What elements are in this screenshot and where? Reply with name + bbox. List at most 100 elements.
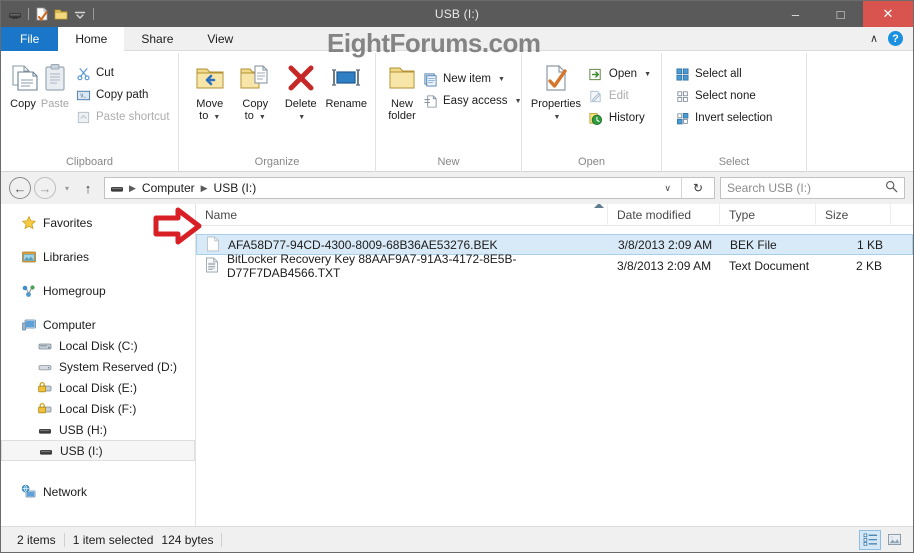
copy-button[interactable]: Copy [7, 57, 39, 155]
libraries-icon [21, 249, 37, 265]
bitlocker-drive-icon [37, 380, 53, 396]
edit-button[interactable]: Edit [584, 85, 655, 107]
paste-shortcut-button-label: Paste shortcut [96, 111, 170, 123]
status-item-count: 2 items [17, 532, 56, 547]
tab-view[interactable]: View [190, 27, 250, 51]
drive-icon [37, 359, 53, 375]
navigation-pane[interactable]: Favorites Libraries Homegroup Computer L… [1, 204, 196, 526]
status-bar: 2 items 1 item selected 124 bytes [1, 526, 913, 552]
details-view-button[interactable] [859, 529, 881, 550]
sidebar-item-usb-i[interactable]: USB (I:) [1, 440, 195, 461]
file-date-cell: 3/8/2013 2:09 AM [618, 237, 713, 252]
file-type-cell: BEK File [730, 237, 777, 252]
new-folder-button[interactable]: New folder [386, 57, 418, 155]
sidebar-item-network[interactable]: Network [1, 481, 195, 502]
tab-file[interactable]: File [1, 27, 59, 51]
new-item-button-label: New item [443, 73, 491, 85]
table-row[interactable]: BitLocker Recovery Key 88AAF9A7-91A3-417… [196, 252, 913, 280]
title-bar: USB (I:) – □ ✕ [1, 1, 913, 27]
select-none-icon [674, 88, 690, 104]
invert-selection-button[interactable]: Invert selection [670, 107, 776, 129]
rename-icon [330, 61, 362, 95]
file-date-cell-2: 3/8/2013 2:09 AM [617, 258, 712, 273]
refresh-button[interactable]: ↻ [686, 181, 710, 195]
new-item-button[interactable]: New item ▼ [418, 68, 526, 90]
sidebar-item-system-reserved-d[interactable]: System Reserved (D:) [1, 356, 195, 377]
ribbon-group-label-open: Open [578, 156, 605, 168]
usb-drive-icon-h [37, 422, 53, 438]
search-input[interactable]: Search USB (I:) [727, 181, 811, 195]
tab-share[interactable]: Share [124, 27, 190, 51]
breadcrumb-sep-1: ▶ [200, 182, 208, 193]
window-title: USB (I:) [434, 7, 480, 21]
status-selection: 1 item selected [72, 532, 154, 547]
collapse-ribbon-icon[interactable]: ∧ [870, 32, 878, 45]
sidebar-item-usb-h[interactable]: USB (H:) [1, 419, 195, 440]
column-header-size[interactable]: Size [816, 204, 891, 226]
file-list-pane: Name Date modified Type Size AFA58D77-94… [196, 204, 913, 526]
ribbon-group-label-new: New [437, 156, 460, 168]
copy-path-button[interactable]: \\.. Copy path [71, 84, 174, 106]
paste-shortcut-button[interactable]: Paste shortcut [71, 106, 174, 128]
select-all-button[interactable]: Select all [670, 63, 776, 85]
file-size-cell-2: 2 KB [855, 258, 882, 273]
breadcrumb-sep-0: ▶ [129, 182, 136, 193]
red-arrow-annotation [153, 207, 203, 248]
sidebar-label-system-reserved-d: System Reserved (D:) [59, 359, 178, 374]
easy-access-button[interactable]: Easy access ▼ [418, 90, 526, 112]
history-button-label: History [608, 112, 645, 124]
up-button[interactable]: ↑ [78, 181, 98, 196]
open-small-buttons: Open ▼ Edit History [584, 57, 655, 155]
rename-button[interactable]: Rename [324, 57, 370, 155]
sidebar-item-local-disk-f[interactable]: Local Disk (F:) [1, 398, 195, 419]
sidebar-label-local-disk-e: Local Disk (E:) [59, 380, 138, 395]
sidebar-item-computer[interactable]: Computer [1, 314, 195, 335]
svg-text:\\..: \\.. [80, 93, 87, 99]
delete-button[interactable]: Delete ▼ [278, 57, 324, 155]
ribbon-group-label-organize: Organize [254, 156, 300, 168]
ribbon: Copy Paste Cut \\.. Copy path Paste shor… [1, 51, 913, 172]
status-separator-2 [221, 532, 223, 547]
cut-button[interactable]: Cut [71, 62, 174, 84]
breadcrumb-usb[interactable]: USB (I:) [212, 181, 259, 195]
open-button[interactable]: Open ▼ [584, 63, 655, 85]
sidebar-item-homegroup[interactable]: Homegroup [1, 280, 195, 301]
history-button[interactable]: History [584, 107, 655, 129]
column-header-date-modified[interactable]: Date modified [608, 204, 720, 226]
column-header-name[interactable]: Name [196, 204, 608, 226]
address-dropdown-icon[interactable]: ∨ [658, 183, 677, 194]
forward-button[interactable]: → [34, 177, 56, 199]
properties-button[interactable]: Properties ▼ [528, 57, 584, 155]
sidebar-item-local-disk-c[interactable]: Local Disk (C:) [1, 335, 195, 356]
delete-button-label: Delete ▼ [284, 98, 317, 121]
ribbon-group-organize: Move to ▼ Copy to ▼ Delete ▼ Rename Orga… [179, 53, 376, 172]
status-selection-size: 124 bytes [161, 532, 214, 547]
select-none-button[interactable]: Select none [670, 85, 776, 107]
move-to-icon [194, 61, 226, 95]
move-to-button[interactable]: Move to ▼ [187, 57, 233, 155]
search-box[interactable]: Search USB (I:) [720, 177, 905, 199]
ribbon-group-label-select: Select [718, 156, 750, 168]
new-item-icon [422, 71, 438, 87]
tab-home[interactable]: Home [58, 27, 125, 51]
select-none-button-label: Select none [695, 90, 756, 102]
file-name-label-2: BitLocker Recovery Key 88AAF9A7-91A3-417… [227, 251, 517, 280]
sidebar-item-local-disk-e[interactable]: Local Disk (E:) [1, 377, 195, 398]
copy-to-button[interactable]: Copy to ▼ [233, 57, 279, 155]
breadcrumb-computer[interactable]: Computer [140, 181, 197, 195]
large-icons-view-button[interactable] [883, 530, 905, 550]
star-icon [21, 215, 37, 231]
blank-file-icon [206, 236, 221, 253]
sidebar-label-usb-h: USB (H:) [59, 422, 107, 437]
column-header-type[interactable]: Type [720, 204, 816, 226]
search-icon[interactable] [885, 180, 898, 196]
sidebar-item-libraries[interactable]: Libraries [1, 246, 195, 267]
paste-button[interactable]: Paste [39, 57, 71, 155]
sidebar-label-computer: Computer [43, 317, 96, 332]
address-bar[interactable]: ▶ Computer ▶ USB (I:) ∨ ↻ [104, 177, 715, 199]
back-button[interactable]: ← [9, 177, 31, 199]
history-icon [588, 110, 604, 126]
help-icon[interactable]: ? [888, 31, 903, 46]
delete-icon [285, 61, 317, 95]
recent-locations-button[interactable]: ▾ [59, 184, 75, 193]
